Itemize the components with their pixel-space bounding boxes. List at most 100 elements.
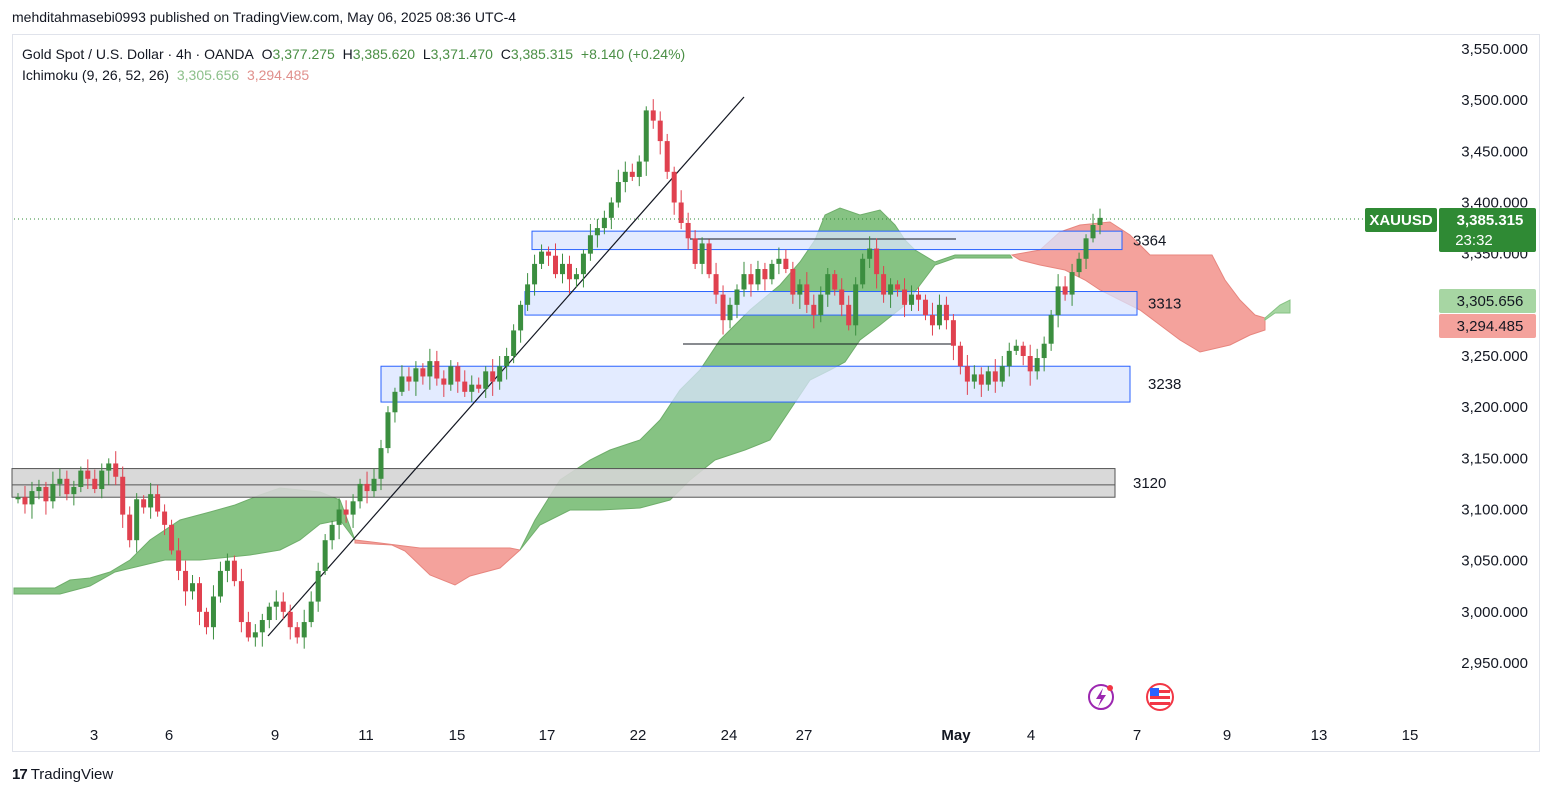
candle-body[interactable]	[92, 478, 98, 490]
candle-body[interactable]	[322, 540, 328, 571]
candle-body[interactable]	[50, 483, 56, 502]
candle-body[interactable]	[336, 509, 342, 525]
candle-body[interactable]	[664, 141, 670, 172]
candle-body[interactable]	[357, 483, 363, 502]
candle-body[interactable]	[916, 294, 922, 300]
candle-body[interactable]	[57, 478, 63, 484]
candle-body[interactable]	[106, 463, 112, 471]
candle-body[interactable]	[497, 366, 503, 382]
candle-body[interactable]	[936, 304, 942, 326]
candle-body[interactable]	[266, 606, 272, 621]
candle-body[interactable]	[43, 486, 49, 502]
candle-body[interactable]	[1069, 272, 1075, 295]
candle-body[interactable]	[301, 622, 307, 638]
candle-body[interactable]	[399, 376, 405, 392]
candle-body[interactable]	[224, 560, 230, 571]
candle-body[interactable]	[441, 378, 447, 385]
candle-body[interactable]	[532, 263, 538, 285]
candle-body[interactable]	[350, 501, 356, 515]
candle-body[interactable]	[573, 274, 579, 280]
candle-body[interactable]	[839, 289, 845, 305]
candle-body[interactable]	[580, 253, 586, 275]
candle-body[interactable]	[539, 251, 545, 264]
candle-body[interactable]	[553, 255, 559, 275]
candle-body[interactable]	[155, 494, 161, 512]
candle-body[interactable]	[162, 511, 168, 525]
candle-body[interactable]	[483, 371, 489, 389]
candle-body[interactable]	[245, 622, 251, 638]
candle-body[interactable]	[929, 315, 935, 326]
candle-body[interactable]	[783, 258, 789, 270]
legend-indicator-row[interactable]: Ichimoku (9, 26, 52, 26) 3,305.656 3,294…	[22, 65, 685, 86]
candle-body[interactable]	[608, 202, 614, 218]
price-axis[interactable]: 3,550.0003,500.0003,450.0003,400.0003,35…	[1461, 41, 1528, 672]
candle-body[interactable]	[727, 304, 733, 321]
candle-body[interactable]	[797, 284, 803, 295]
candle-body[interactable]	[706, 243, 712, 275]
candle-body[interactable]	[217, 570, 223, 597]
candle-body[interactable]	[434, 361, 440, 379]
candle-body[interactable]	[964, 366, 970, 382]
candle-body[interactable]	[776, 258, 782, 264]
candle-body[interactable]	[127, 514, 133, 541]
candle-body[interactable]	[518, 304, 524, 331]
candle-body[interactable]	[671, 171, 677, 203]
candle-body[interactable]	[294, 627, 300, 638]
candle-body[interactable]	[511, 330, 517, 356]
candle-body[interactable]	[860, 258, 866, 285]
candle-body[interactable]	[650, 110, 656, 121]
us-flag-icon[interactable]	[1146, 683, 1174, 711]
candle-body[interactable]	[476, 384, 482, 389]
candle-body[interactable]	[1048, 315, 1054, 344]
candle-body[interactable]	[490, 371, 496, 382]
candle-body[interactable]	[622, 171, 628, 183]
candle-body[interactable]	[196, 583, 202, 612]
candle-body[interactable]	[762, 269, 768, 280]
candle-body[interactable]	[392, 391, 398, 413]
candle-body[interactable]	[134, 499, 140, 541]
candle-body[interactable]	[943, 304, 949, 321]
candle-body[interactable]	[36, 486, 42, 492]
candle-body[interactable]	[315, 570, 321, 602]
candle-body[interactable]	[406, 376, 412, 382]
candle-body[interactable]	[259, 620, 265, 633]
candle-body[interactable]	[881, 274, 887, 295]
candle-body[interactable]	[546, 251, 552, 256]
candle-body[interactable]	[1013, 345, 1019, 351]
candle-body[interactable]	[699, 243, 705, 264]
candle-body[interactable]	[1020, 345, 1026, 356]
candle-body[interactable]	[902, 289, 908, 305]
candle-body[interactable]	[85, 470, 91, 479]
candle-body[interactable]	[364, 483, 370, 492]
time-axis[interactable]: 3 6 9 11 15 17 22 24 27 May 4 7 9 13 15	[90, 727, 1419, 744]
candle-body[interactable]	[1055, 286, 1061, 316]
candle-body[interactable]	[238, 581, 244, 623]
chart-canvas[interactable]: 3,550.0003,500.0003,450.0003,400.0003,35…	[0, 0, 1554, 798]
candle-body[interactable]	[29, 491, 35, 505]
candle-body[interactable]	[385, 412, 391, 449]
candle-body[interactable]	[874, 248, 880, 275]
candle-body[interactable]	[825, 274, 831, 295]
candle-body[interactable]	[420, 368, 426, 377]
candle-body[interactable]	[713, 274, 719, 295]
candle-body[interactable]	[1041, 343, 1047, 359]
candle-body[interactable]	[971, 374, 977, 382]
candle-body[interactable]	[308, 601, 314, 623]
candle-body[interactable]	[169, 524, 175, 551]
candle-body[interactable]	[804, 284, 810, 305]
candle-body[interactable]	[811, 304, 817, 316]
candle-body[interactable]	[950, 320, 956, 346]
candle-body[interactable]	[231, 560, 237, 582]
candle-body[interactable]	[769, 263, 775, 280]
candle-body[interactable]	[888, 284, 894, 295]
candle-body[interactable]	[818, 294, 824, 316]
candle-body[interactable]	[203, 611, 209, 628]
candle-body[interactable]	[448, 366, 454, 385]
candle-body[interactable]	[832, 274, 838, 290]
candle-body[interactable]	[525, 284, 531, 305]
candle-body[interactable]	[755, 269, 761, 285]
chart-legend[interactable]: Gold Spot / U.S. Dollar · 4h · OANDA O3,…	[22, 44, 685, 86]
candle-body[interactable]	[287, 611, 293, 628]
candle-body[interactable]	[957, 345, 963, 367]
candle-body[interactable]	[329, 524, 335, 541]
